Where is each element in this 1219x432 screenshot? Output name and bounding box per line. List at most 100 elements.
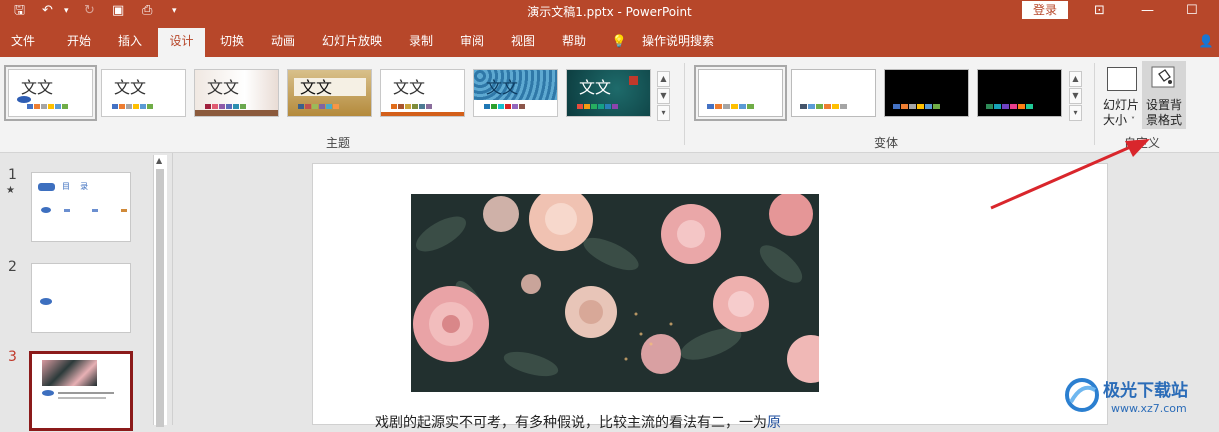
slide-number: 2 bbox=[8, 259, 17, 275]
themes-more-icon[interactable]: ▾ bbox=[657, 105, 670, 121]
tab-view[interactable]: 视图 bbox=[503, 28, 543, 57]
slide-text-line bbox=[58, 397, 106, 399]
tab-animations[interactable]: 动画 bbox=[263, 28, 303, 57]
theme-sample-text: 文文 bbox=[207, 78, 240, 97]
theme-office[interactable]: 文文 bbox=[4, 65, 97, 121]
animation-star-icon: ★ bbox=[6, 185, 15, 196]
slide-size-label: 幻灯片 bbox=[1103, 98, 1140, 112]
slide-size-button[interactable]: 幻灯片 大小 ˅ bbox=[1101, 63, 1141, 129]
theme-band bbox=[195, 110, 278, 116]
format-background-label: 设置背 bbox=[1146, 98, 1183, 112]
theme-3[interactable]: 文文 bbox=[194, 69, 279, 117]
themes-group-label: 主题 bbox=[326, 136, 351, 150]
theme-band bbox=[381, 112, 464, 116]
slide-body-link[interactable]: 原 bbox=[767, 415, 781, 431]
slide-size-icon bbox=[1107, 67, 1137, 91]
slide-shape bbox=[38, 183, 55, 191]
theme-sample-text: 文文 bbox=[579, 78, 612, 97]
variant-1[interactable] bbox=[694, 65, 787, 121]
ribbon-tabs: 文件 开始 插入 设计 切换 动画 幻灯片放映 录制 审阅 视图 帮助 💡 操作… bbox=[0, 22, 1219, 57]
slide-thumbnail-2[interactable] bbox=[31, 263, 131, 333]
tab-transitions[interactable]: 切换 bbox=[212, 28, 252, 57]
variant-4[interactable] bbox=[977, 69, 1062, 117]
variants-more-icon[interactable]: ▾ bbox=[1069, 105, 1082, 121]
format-background-icon bbox=[1151, 66, 1175, 88]
theme-shape bbox=[17, 96, 31, 103]
slide-shape bbox=[92, 209, 98, 212]
theme-colors bbox=[577, 104, 618, 109]
theme-colors bbox=[391, 104, 432, 109]
variant-colors bbox=[986, 104, 1033, 109]
tell-me-search[interactable]: 操作说明搜索 bbox=[636, 28, 720, 57]
watermark-logo-icon bbox=[1065, 378, 1099, 412]
slides-pane: 1 ★ 目 录 2 3 bbox=[0, 153, 165, 431]
theme-colors bbox=[27, 104, 68, 109]
chevron-down-icon: ˅ bbox=[1131, 116, 1135, 125]
variant-colors bbox=[800, 104, 847, 109]
format-background-button[interactable]: 设置背 景格式 bbox=[1142, 61, 1186, 129]
rose-photo-image bbox=[411, 194, 819, 392]
slide-image bbox=[42, 360, 97, 386]
tab-help[interactable]: 帮助 bbox=[554, 28, 594, 57]
tab-insert[interactable]: 插入 bbox=[109, 28, 151, 57]
slide-size-label-2: 大小 bbox=[1103, 113, 1128, 127]
slide-thumbnail-3[interactable] bbox=[29, 351, 133, 431]
theme-6[interactable]: 文文 bbox=[473, 69, 558, 117]
slide-body-text[interactable]: 戏剧的起源实不可考，有多种假说，比较主流的看法有二，一为原 bbox=[375, 412, 781, 432]
format-background-label-2: 景格式 bbox=[1146, 113, 1183, 127]
themes-scroll-up-icon[interactable]: ▲ bbox=[657, 71, 670, 87]
slide-number: 1 bbox=[8, 167, 17, 183]
theme-colors bbox=[484, 104, 525, 109]
theme-sample-text: 文文 bbox=[21, 78, 54, 97]
group-separator bbox=[1094, 63, 1095, 145]
tab-design[interactable]: 设计 bbox=[158, 28, 205, 57]
theme-2[interactable]: 文文 bbox=[101, 69, 186, 117]
theme-sample-text: 文文 bbox=[114, 78, 147, 97]
title-bar: 🖫 ↶ ▾ ↻ ▣ ⎙ ▾ 演示文稿1.pptx - PowerPoint 登录… bbox=[0, 0, 1219, 22]
watermark: 极光下载站 www.xz7.com bbox=[1063, 374, 1213, 420]
minimize-icon[interactable]: — bbox=[1141, 2, 1154, 20]
tab-record[interactable]: 录制 bbox=[401, 28, 441, 57]
slide-number: 3 bbox=[8, 349, 17, 365]
login-button[interactable]: 登录 bbox=[1022, 1, 1068, 19]
slide-title: 目 录 bbox=[62, 182, 89, 191]
tab-home[interactable]: 开始 bbox=[58, 28, 100, 57]
theme-7[interactable]: 文文 bbox=[566, 69, 651, 117]
theme-sample-text: 文文 bbox=[393, 78, 426, 97]
scroll-up-icon[interactable]: ▲ bbox=[156, 156, 162, 165]
tab-review[interactable]: 审阅 bbox=[452, 28, 492, 57]
slides-pane-scrollbar[interactable]: ▲ bbox=[153, 155, 167, 427]
theme-4[interactable]: 文文 bbox=[287, 69, 372, 117]
watermark-name: 极光下载站 bbox=[1103, 381, 1188, 401]
theme-5[interactable]: 文文 bbox=[380, 69, 465, 117]
slide-text-line bbox=[58, 392, 114, 394]
maximize-icon[interactable]: ☐ bbox=[1186, 2, 1198, 20]
theme-colors bbox=[205, 104, 246, 109]
slide-shape bbox=[40, 298, 52, 305]
variants-group-label: 变体 bbox=[874, 136, 899, 150]
variant-colors bbox=[893, 104, 940, 109]
slide-thumbnail-1[interactable]: 目 录 bbox=[31, 172, 131, 242]
variants-scroll-up-icon[interactable]: ▲ bbox=[1069, 71, 1082, 87]
theme-sample-text: 文文 bbox=[300, 78, 333, 97]
tab-slideshow[interactable]: 幻灯片放映 bbox=[316, 28, 388, 57]
share-icon[interactable]: 👤 bbox=[1194, 28, 1218, 57]
slide-shape bbox=[41, 207, 51, 213]
slide-shape bbox=[121, 209, 127, 212]
theme-colors bbox=[112, 104, 153, 109]
theme-sample-text: 文文 bbox=[486, 78, 519, 97]
rose-photo[interactable] bbox=[411, 194, 819, 392]
variant-3[interactable] bbox=[884, 69, 969, 117]
variant-2[interactable] bbox=[791, 69, 876, 117]
variants-scroll-down-icon[interactable]: ▼ bbox=[1069, 88, 1082, 104]
ribbon-display-options-icon[interactable]: ⊡ bbox=[1094, 2, 1105, 20]
tab-file[interactable]: 文件 bbox=[4, 28, 42, 57]
theme-colors bbox=[298, 104, 339, 109]
themes-scroll-down-icon[interactable]: ▼ bbox=[657, 88, 670, 104]
annotation-arrow bbox=[990, 139, 1150, 210]
group-separator bbox=[684, 63, 685, 145]
lightbulb-icon: 💡 bbox=[611, 34, 627, 48]
slide-shape bbox=[42, 390, 54, 396]
scrollbar-thumb[interactable] bbox=[156, 169, 164, 427]
slide-body-sentence: 戏剧的起源实不可考，有多种假说，比较主流的看法有二，一为 bbox=[375, 415, 767, 431]
